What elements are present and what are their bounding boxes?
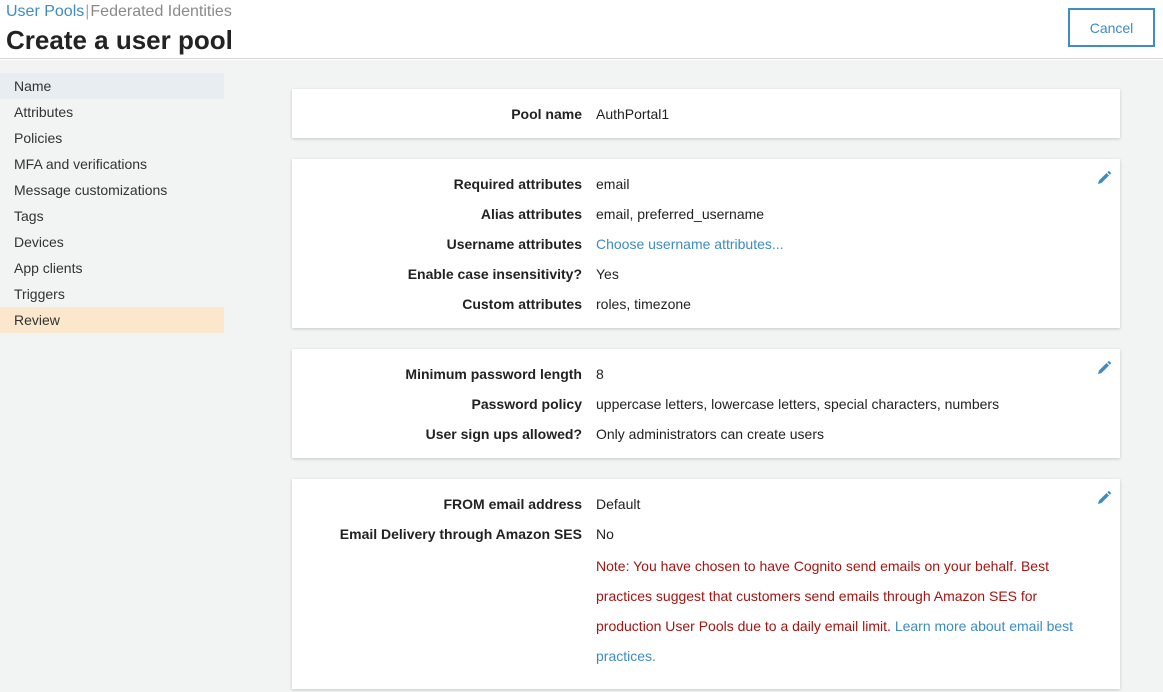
password-policy-value: uppercase letters, lowercase letters, sp… (596, 396, 1000, 412)
user-signups-row: User sign ups allowed? Only administrato… (292, 424, 1120, 444)
user-signups-label: User sign ups allowed? (425, 426, 582, 442)
case-insensitivity-label: Enable case insensitivity? (407, 266, 582, 282)
page-header: User Pools|Federated Identities Create a… (0, 0, 1163, 59)
from-email-label: FROM email address (443, 496, 583, 512)
username-attributes-row: Username attributes Choose username attr… (292, 234, 1120, 254)
sidebar-item-attributes[interactable]: Attributes (0, 99, 224, 125)
choose-username-attributes-link[interactable]: Choose username attributes... (596, 234, 784, 254)
cancel-button[interactable]: Cancel (1068, 8, 1155, 47)
service-tabs: User Pools|Federated Identities (6, 3, 232, 21)
sidebar-item-triggers[interactable]: Triggers (0, 281, 224, 307)
min-password-length-label: Minimum password length (405, 366, 582, 382)
pool-name-label: Pool name (511, 106, 582, 122)
sidebar-item-message-customizations[interactable]: Message customizations (0, 177, 224, 203)
sidebar-item-mfa[interactable]: MFA and verifications (0, 151, 224, 177)
page-title: Create a user pool (6, 25, 233, 55)
sidebar-item-policies[interactable]: Policies (0, 125, 224, 151)
user-signups-value: Only administrators can create users (596, 426, 824, 442)
policies-card: Minimum password length 8 Password polic… (292, 349, 1120, 458)
from-email-row: FROM email address Default (292, 494, 1120, 514)
alias-attributes-value: email, preferred_username (596, 206, 765, 222)
required-attributes-label: Required attributes (453, 176, 582, 192)
tab-separator: | (85, 3, 90, 20)
min-password-length-value: 8 (596, 366, 604, 382)
ses-delivery-row: Email Delivery through Amazon SES No (292, 524, 1120, 544)
tab-user-pools[interactable]: User Pools (6, 3, 84, 20)
wizard-steps-sidebar: Name Attributes Policies MFA and verific… (0, 73, 224, 333)
tab-federated-identities[interactable]: Federated Identities (90, 3, 231, 20)
from-email-value: Default (596, 496, 641, 512)
sidebar-item-review[interactable]: Review (0, 307, 224, 333)
attributes-card: Required attributes email Alias attribut… (292, 159, 1120, 328)
sidebar-item-tags[interactable]: Tags (0, 203, 224, 229)
sidebar-item-devices[interactable]: Devices (0, 229, 224, 255)
pool-name-row: Pool name AuthPortal1 (292, 104, 1120, 124)
sidebar-item-app-clients[interactable]: App clients (0, 255, 224, 281)
password-policy-row: Password policy uppercase letters, lower… (292, 394, 1120, 414)
email-card: FROM email address Default Email Deliver… (292, 479, 1120, 689)
sidebar-item-name[interactable]: Name (0, 73, 224, 99)
pool-name-value: AuthPortal1 (596, 106, 670, 122)
pool-name-card: Pool name AuthPortal1 (292, 89, 1120, 138)
custom-attributes-label: Custom attributes (462, 296, 582, 312)
case-insensitivity-row: Enable case insensitivity? Yes (292, 264, 1120, 284)
case-insensitivity-value: Yes (596, 266, 619, 282)
alias-attributes-row: Alias attributes email, preferred_userna… (292, 204, 1120, 224)
alias-attributes-label: Alias attributes (480, 206, 582, 222)
password-policy-label: Password policy (471, 396, 582, 412)
ses-warning-note: Note: You have chosen to have Cognito se… (596, 551, 1096, 671)
required-attributes-value: email (596, 176, 630, 192)
ses-delivery-label: Email Delivery through Amazon SES (339, 526, 582, 542)
required-attributes-row: Required attributes email (292, 174, 1120, 194)
username-attributes-label: Username attributes (446, 236, 582, 252)
custom-attributes-value: roles, timezone (596, 296, 691, 312)
custom-attributes-row: Custom attributes roles, timezone (292, 294, 1120, 314)
min-password-length-row: Minimum password length 8 (292, 364, 1120, 384)
ses-delivery-value: No (596, 526, 614, 542)
